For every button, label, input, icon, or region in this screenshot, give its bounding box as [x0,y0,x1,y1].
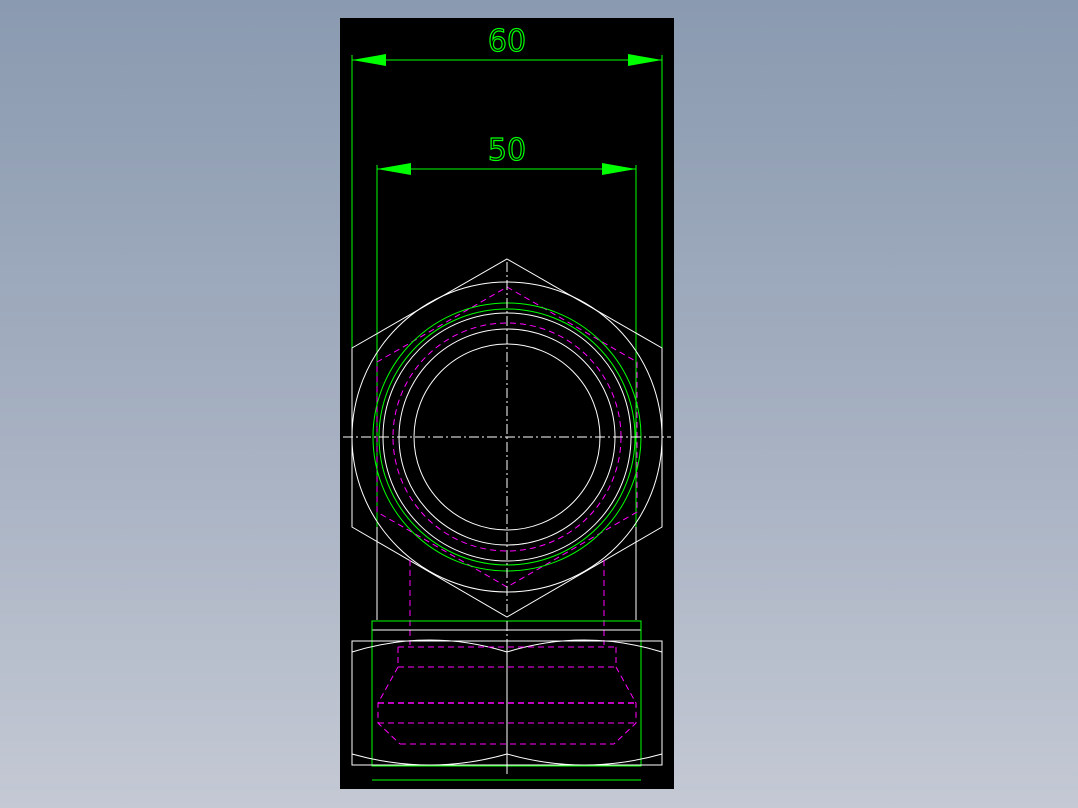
side-arc-top-right [506,639,663,653]
side-arc-bottom-left [351,753,508,766]
hidden-chamfer-left [377,647,401,745]
dim-60-label: 60 [488,24,526,59]
hidden-chamfer-right [613,647,637,745]
cad-drawing: 60 50 [343,23,671,781]
dim-60-arrow-left [352,54,386,66]
cad-drawing-canvas: 60 50 [340,18,674,789]
side-arc-bottom-right [506,753,663,766]
dim-50-arrow-right [602,163,636,175]
dim-60-arrow-right [628,54,662,66]
hex-nut-side-view [351,620,663,781]
side-arc-top-left [351,639,508,653]
dim-50-arrow-left [377,163,411,175]
dim-50-label: 50 [488,133,526,168]
hex-nut-top-view [343,258,671,618]
